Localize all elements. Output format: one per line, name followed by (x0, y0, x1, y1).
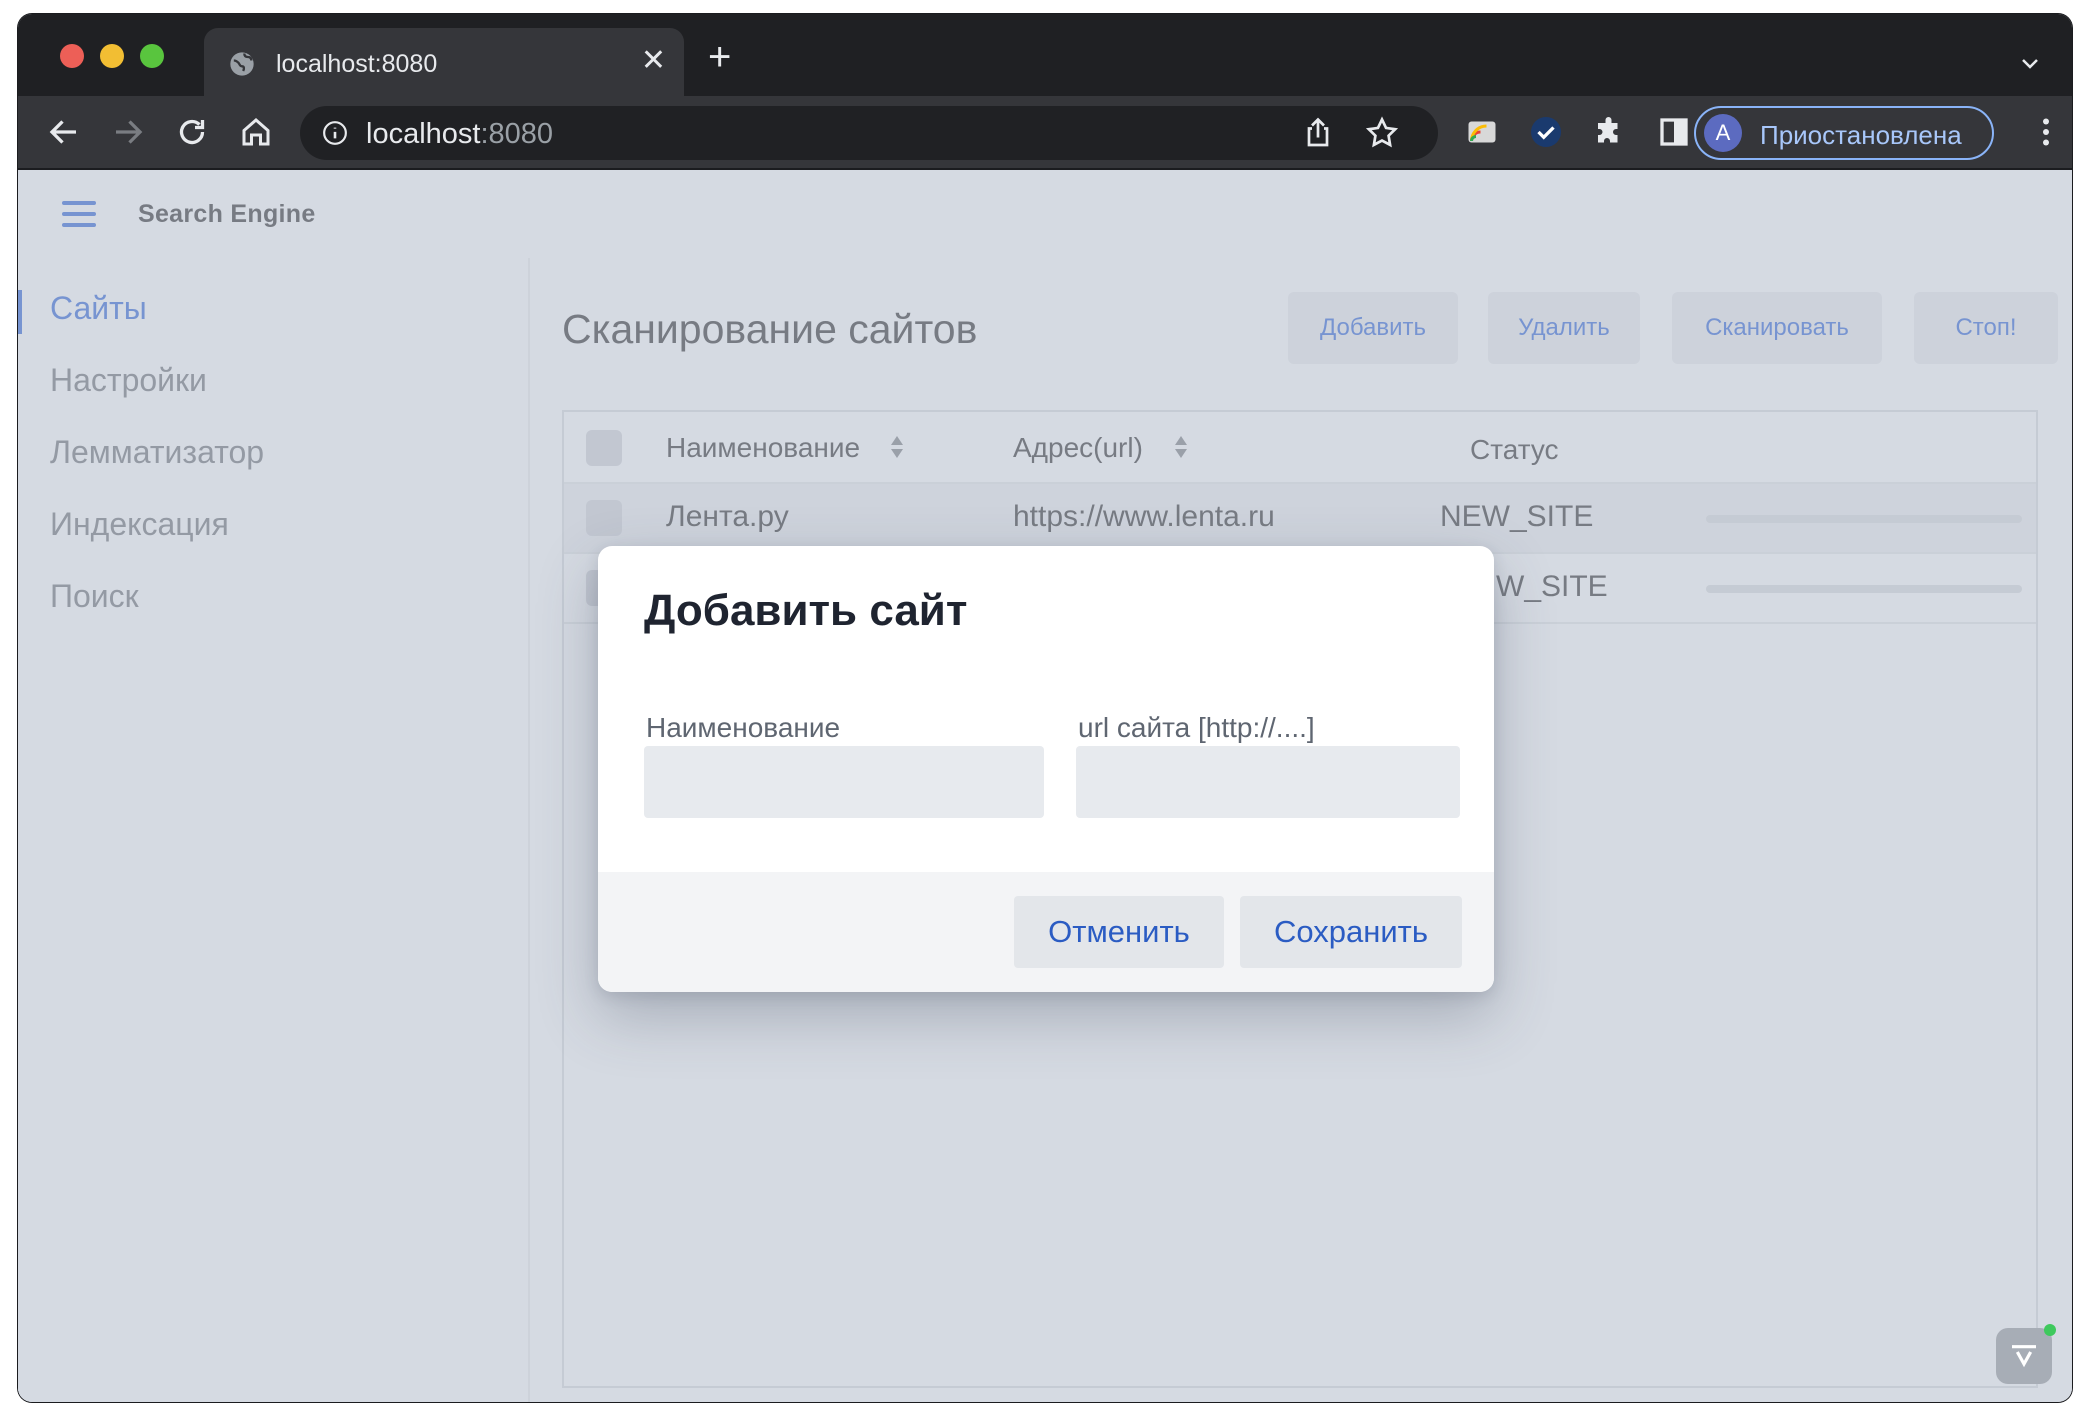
cast-extension-icon[interactable] (1464, 114, 1500, 150)
dialog-footer: Отменить Сохранить (598, 872, 1494, 992)
floating-widget-button[interactable] (1996, 1324, 2056, 1384)
tab-strip: localhost:8080 ✕ + (18, 14, 2072, 96)
close-tab-icon[interactable]: ✕ (641, 46, 666, 76)
chevron-down-icon[interactable] (2018, 52, 2042, 76)
url-field-label: url сайта [http://....] (1078, 712, 1315, 743)
back-icon[interactable] (46, 114, 82, 150)
minimize-window-button[interactable] (100, 44, 124, 68)
name-field-label: Наименование (646, 712, 841, 743)
forward-icon[interactable] (110, 114, 146, 150)
address-bar[interactable]: localhost:8080 (300, 106, 1438, 160)
share-icon[interactable] (1300, 115, 1336, 151)
bookmark-star-icon[interactable] (1364, 115, 1400, 151)
name-input[interactable] (644, 746, 1044, 818)
browser-tab[interactable]: localhost:8080 ✕ (204, 28, 684, 96)
chat-widget-icon (2012, 1345, 2036, 1368)
more-menu-icon[interactable] (2028, 114, 2064, 150)
profile-status-label: Приостановлена (1760, 120, 1962, 150)
url-host: localhost (366, 118, 481, 150)
avatar: A (1704, 114, 1742, 152)
new-tab-icon[interactable]: + (708, 37, 731, 77)
address-url: localhost:8080 (366, 118, 553, 151)
save-button[interactable]: Сохранить (1240, 896, 1462, 968)
close-window-button[interactable] (60, 44, 84, 68)
reload-icon[interactable] (174, 114, 210, 150)
extensions-puzzle-icon[interactable] (1592, 114, 1628, 150)
browser-toolbar: localhost:8080 A Приостановлена (18, 96, 2072, 170)
globe-icon (230, 52, 254, 76)
online-indicator (2044, 1324, 2056, 1336)
tab-title: localhost:8080 (276, 50, 438, 78)
url-port: :8080 (480, 118, 554, 150)
side-panel-icon[interactable] (1656, 114, 1692, 150)
check-extension-icon[interactable] (1528, 114, 1564, 150)
profile-button[interactable]: A Приостановлена (1694, 106, 1994, 160)
dialog-title: Добавить сайт (644, 586, 968, 635)
cancel-button[interactable]: Отменить (1014, 896, 1224, 968)
add-site-dialog: Добавить сайт Наименование url сайта [ht… (598, 546, 1494, 992)
maximize-window-button[interactable] (140, 44, 164, 68)
browser-window: localhost:8080 ✕ + localhost:8080 A Прио… (18, 14, 2072, 1402)
info-icon[interactable] (322, 120, 348, 146)
url-input[interactable] (1076, 746, 1460, 818)
home-icon[interactable] (238, 114, 274, 150)
